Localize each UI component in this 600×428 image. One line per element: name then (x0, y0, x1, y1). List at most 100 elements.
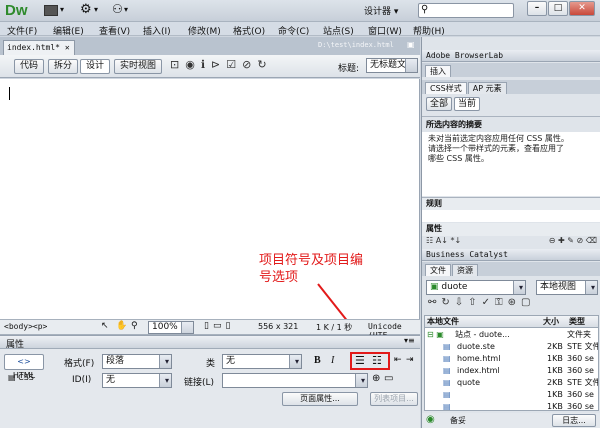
list-item-button: 列表项目... (370, 392, 418, 406)
code-icon: <> (17, 357, 31, 366)
browse-folder-icon[interactable]: ▭ (384, 373, 393, 384)
menu-item-2[interactable]: 查看(V) (99, 24, 130, 37)
table-row[interactable]: ▤ 1KB 360 se (425, 401, 598, 411)
close-button[interactable]: ✕ (569, 1, 595, 16)
code-view-button[interactable]: 代码 (14, 59, 45, 74)
col-type[interactable]: 类型 (569, 316, 585, 328)
business-catalyst-header[interactable]: Business Catalyst (422, 249, 600, 261)
chevron-down-icon[interactable]: ▾ (94, 5, 98, 14)
outdent-icon[interactable]: ⇤ (394, 355, 402, 365)
format-select[interactable]: 段落 (102, 354, 172, 369)
id-select[interactable]: 无 (102, 373, 172, 388)
site-icon[interactable]: ⚇ (112, 2, 123, 16)
set-props-icon[interactable]: *↓ (450, 236, 461, 245)
az-sort-icon[interactable]: A↓ (436, 236, 448, 245)
menu-item-0[interactable]: 文件(F) (7, 24, 37, 37)
get-files-icon[interactable]: ⇩ (455, 297, 468, 308)
refresh-icon[interactable]: ↻ (257, 58, 272, 71)
chevron-down-icon[interactable]: ▾ (60, 5, 64, 14)
tab-ap-elements[interactable]: AP 元素 (467, 82, 507, 94)
italic-button[interactable]: I (331, 355, 334, 366)
document-tab[interactable]: index.html* ✕ (3, 40, 75, 55)
tab-files[interactable]: 文件 (425, 264, 451, 276)
workspace-switcher[interactable]: 设计器 ▾ (364, 4, 398, 17)
menu-item-7[interactable]: 站点(S) (323, 24, 354, 37)
table-row[interactable]: ▤ home.html 1KB 360 se (425, 353, 598, 365)
gear-icon[interactable]: ⚙ (80, 2, 92, 17)
window-size[interactable]: 556 x 321 (258, 322, 298, 331)
checkin-icon[interactable]: ⚿ (495, 297, 508, 308)
title-input[interactable]: 无标题文档 (366, 58, 418, 73)
zoom-icon[interactable]: ⚲ (131, 321, 138, 331)
point-to-file-icon[interactable]: ⊕ (372, 373, 380, 384)
html-mode-button[interactable]: <> HTML (4, 354, 44, 380)
restore-icon[interactable]: ▣ (407, 40, 415, 49)
file-size: 2KB (547, 378, 563, 387)
col-size[interactable]: 大小 (543, 316, 559, 328)
document-tab-strip: index.html* ✕ D:\test\index.html ▣ (0, 37, 420, 55)
link-input[interactable] (222, 373, 368, 388)
table-row[interactable]: ⊟ ▣ 站点 - duote... 文件夹 (425, 329, 598, 341)
inspect-icon[interactable]: ⊡ (170, 58, 185, 71)
refresh-icon[interactable]: ↻ (441, 297, 454, 308)
css-current-button[interactable]: 当前 (454, 97, 480, 111)
table-row[interactable]: ▤ quote 2KB STE 文件 (425, 377, 598, 389)
browser-icon[interactable]: ◉ (185, 58, 201, 71)
css-mode-button[interactable]: ▤ CSS (8, 373, 34, 382)
css-action-icons[interactable]: ⊖ ✚ ✎ ⊘ ⌫ (549, 236, 597, 245)
file-icon: ▤ (443, 402, 451, 411)
expand-icon[interactable]: ▢ (521, 297, 535, 308)
class-select[interactable]: 无 (222, 354, 302, 369)
zoom-select[interactable]: 100% (148, 321, 194, 334)
category-view-icon[interactable]: ☷ (426, 236, 433, 245)
menu-item-1[interactable]: 编辑(E) (53, 24, 84, 37)
bold-button[interactable]: B (314, 355, 321, 366)
browserlab-header[interactable]: Adobe BrowserLab (422, 50, 600, 62)
view-select[interactable]: 本地视图 (536, 280, 598, 295)
minimize-button[interactable]: – (527, 1, 547, 16)
menu-item-8[interactable]: 窗口(W) (368, 24, 402, 37)
menu-item-5[interactable]: 格式(O) (233, 24, 265, 37)
menu-item-4[interactable]: 修改(M) (188, 24, 221, 37)
unordered-list-icon[interactable]: ☰ (355, 354, 365, 367)
debug-icon[interactable]: ℹ (201, 58, 211, 71)
menu-item-3[interactable]: 插入(I) (143, 24, 171, 37)
tab-insert[interactable]: 插入 (425, 65, 451, 77)
file-list: 本地文件 大小 类型 ⊟ ▣ 站点 - duote... 文件夹 ▤ duote.ste… (424, 315, 599, 411)
css-all-button[interactable]: 全部 (426, 97, 452, 111)
design-view-button[interactable]: 设计 (80, 59, 111, 74)
panel-menu-icon[interactable]: ▾≡ (404, 336, 415, 345)
sync-icon[interactable]: ⊛ (508, 297, 521, 308)
chevron-down-icon[interactable]: ▾ (124, 5, 128, 14)
log-button[interactable]: 日志... (552, 414, 596, 427)
tag-selector[interactable]: <body><p> (4, 322, 47, 331)
live-view-button[interactable]: 实时视图 (114, 59, 163, 74)
visual-aids-icon[interactable]: ⊳ (211, 58, 226, 71)
hand-icon[interactable]: ✋ (116, 321, 127, 331)
put-files-icon[interactable]: ⇧ (468, 297, 481, 308)
title-label: 标题: (338, 64, 360, 74)
checkout-icon[interactable]: ✓ (482, 297, 495, 308)
site-select[interactable]: ▣ duote (426, 280, 526, 295)
search-input[interactable]: ⚲ (418, 3, 514, 18)
check-browser-icon[interactable]: ⊘ (242, 58, 257, 71)
maximize-button[interactable]: □ (548, 1, 568, 16)
ordered-list-icon[interactable]: ☷ (372, 354, 382, 367)
tab-assets[interactable]: 资源 (452, 264, 478, 276)
table-row[interactable]: ▤ 1KB 360 se (425, 389, 598, 401)
validate-icon[interactable]: ☑ (226, 58, 242, 71)
menu-item-6[interactable]: 命令(C) (278, 24, 309, 37)
table-row[interactable]: ▤ duote.ste 2KB STE 文件 (425, 341, 598, 353)
tab-css-styles[interactable]: CSS样式 (425, 82, 467, 94)
col-local-files[interactable]: 本地文件 (427, 316, 459, 328)
menu-item-9[interactable]: 帮助(H) (413, 24, 445, 37)
layout-icon[interactable] (44, 5, 58, 16)
split-view-button[interactable]: 拆分 (48, 59, 79, 74)
pointer-icon[interactable]: ↖ (101, 321, 109, 331)
table-row[interactable]: ▤ index.html 1KB 360 se (425, 365, 598, 377)
page-properties-button[interactable]: 页面属性... (282, 392, 358, 406)
close-icon[interactable]: ✕ (65, 43, 70, 52)
indent-icon[interactable]: ⇥ (406, 355, 414, 365)
connect-icon[interactable]: ⚯ (428, 297, 441, 308)
window-size-icons[interactable]: ▯▭▯ (204, 321, 234, 331)
